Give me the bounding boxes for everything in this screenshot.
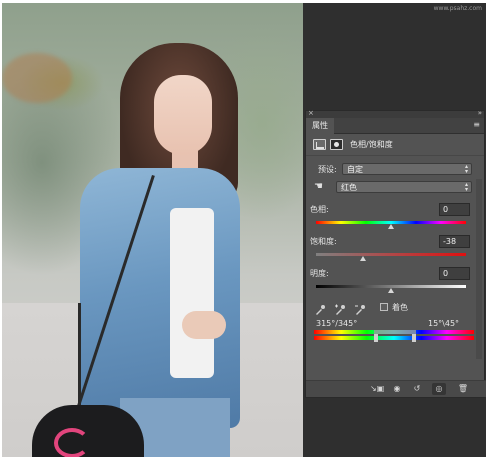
visibility-eye-icon[interactable]: ◎ <box>432 383 446 395</box>
select-arrows-icon: ▴ ▾ <box>464 181 468 193</box>
preset-label: 预设: <box>318 165 337 174</box>
range-handle-left[interactable] <box>374 334 378 342</box>
color-range-bar-bottom <box>314 334 474 342</box>
color-range-selection[interactable] <box>374 330 416 334</box>
lightness-input[interactable]: 0 <box>439 267 470 280</box>
panel-tab-bar: 属性 ≡ <box>306 118 484 134</box>
lightness-slider-thumb[interactable] <box>388 288 394 293</box>
watermark-text: www.psahz.com <box>433 5 482 12</box>
colorize-checkbox[interactable] <box>380 303 388 311</box>
panel-footer: ↘▣ ◉ ↺ ◎ 🗑 <box>306 380 486 397</box>
range-left-label: 315°/345° <box>316 319 358 328</box>
saturation-slider-track[interactable] <box>316 253 466 256</box>
properties-panel: × » 属性 ≡ 色相/饱和度 预设: 自定 ▴ ▾ ☚ 红色 ▴ ▾ 色相: 0 … <box>305 109 486 398</box>
adjustment-header: 色相/饱和度 <box>306 134 484 156</box>
bag-logo <box>54 428 90 457</box>
adjustment-layer-icon[interactable] <box>313 139 326 150</box>
panel-scrollbar[interactable] <box>476 179 482 359</box>
tab-properties[interactable]: 属性 <box>306 118 334 134</box>
collapse-panel-button[interactable]: » <box>478 109 482 117</box>
channel-select[interactable]: 红色 ▴ ▾ <box>336 181 472 193</box>
select-arrows-icon: ▴ ▾ <box>464 163 468 175</box>
panel-menu-icon[interactable]: ≡ <box>473 121 480 129</box>
view-previous-icon[interactable]: ◉ <box>390 383 404 395</box>
photo-subject-white-top <box>170 208 214 378</box>
trash-icon[interactable]: 🗑 <box>456 383 470 395</box>
range-right-label: 15°\45° <box>428 319 460 328</box>
reset-icon[interactable]: ↺ <box>410 383 424 395</box>
panel-title-bar[interactable]: × » <box>306 109 484 118</box>
document-canvas[interactable] <box>2 3 303 457</box>
colorize-label: 着色 <box>392 303 408 312</box>
bag-strap-left <box>78 303 81 413</box>
saturation-slider-thumb[interactable] <box>359 256 366 261</box>
channel-value: 红色 <box>341 183 357 192</box>
lightness-label: 明度: <box>310 269 329 278</box>
layer-mask-icon[interactable] <box>330 139 343 150</box>
saturation-input[interactable]: -38 <box>439 235 470 248</box>
eyedropper-plus-icon[interactable] <box>334 301 346 315</box>
photo-subject-denim-shirt <box>80 168 240 428</box>
preset-value: 自定 <box>347 165 363 174</box>
background-foliage <box>2 53 72 103</box>
targeted-adjustment-hand-icon[interactable]: ☚ <box>314 181 323 192</box>
saturation-label: 饱和度: <box>310 237 337 246</box>
clip-to-layer-icon[interactable]: ↘▣ <box>370 383 384 395</box>
photo-subject-face <box>154 75 212 155</box>
color-range-bar-top <box>314 330 474 334</box>
eyedropper-minus-icon[interactable] <box>354 301 366 315</box>
close-panel-button[interactable]: × <box>308 109 314 117</box>
preset-select[interactable]: 自定 ▴ ▾ <box>342 163 472 175</box>
hue-label: 色相: <box>310 205 329 214</box>
range-handle-right[interactable] <box>412 334 416 342</box>
hue-input[interactable]: 0 <box>439 203 470 216</box>
hue-slider-thumb[interactable] <box>388 224 394 229</box>
photo-subject-hand <box>182 311 226 339</box>
adjustment-title: 色相/饱和度 <box>350 140 393 149</box>
eyedropper-icon[interactable] <box>314 301 326 315</box>
